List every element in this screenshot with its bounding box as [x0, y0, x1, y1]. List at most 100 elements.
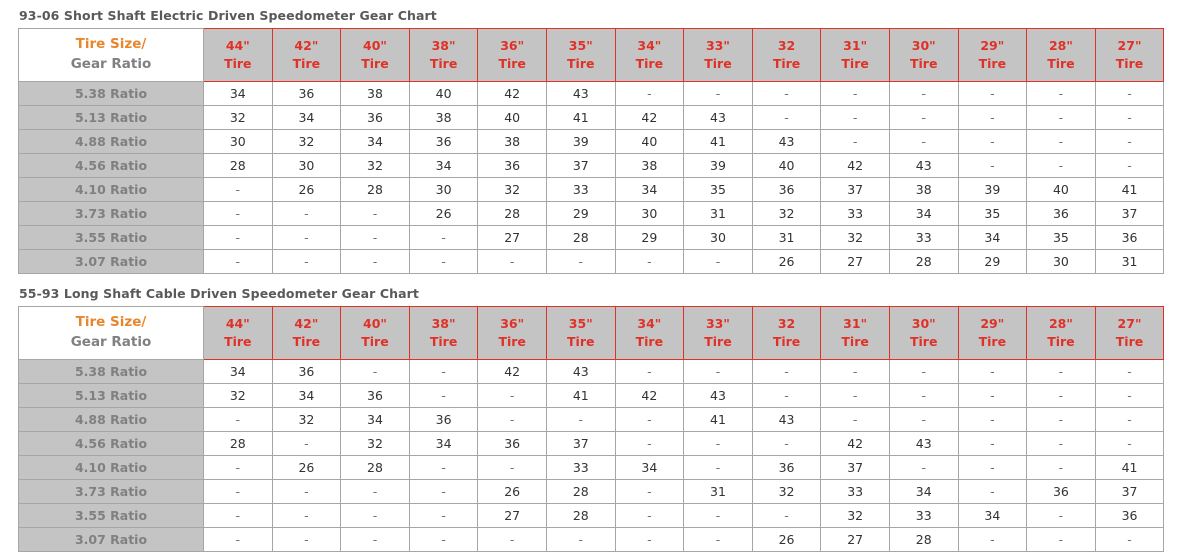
gear-value-cell: 37	[1094, 479, 1165, 504]
gear-value-cell: -	[1026, 383, 1096, 408]
gear-value-cell: 27	[477, 503, 547, 528]
gear-value-cell: 27	[477, 225, 547, 250]
gear-value-cell: -	[408, 383, 479, 408]
gear-value-cell: 29	[957, 249, 1028, 274]
gear-value-cell: -	[203, 527, 273, 552]
table-row: 4.56 Ratio 28 30 32 34 36 37 38 39 40 42 43- - -	[18, 153, 1165, 178]
gear-value-cell: 32	[203, 105, 273, 130]
table-corner-header: Tire Size/Gear Ratio	[18, 306, 204, 360]
gear-value-cell: 40	[751, 153, 822, 178]
gear-value-cell: 43	[888, 431, 959, 456]
gear-value-cell: 30	[271, 153, 342, 178]
tire-word-label: Tire	[635, 334, 664, 349]
charts-container: 93-06 Short Shaft Electric Driven Speedo…	[18, 8, 1165, 552]
row-header-gear-ratio: 4.88 Ratio	[18, 407, 204, 432]
gear-value-cell: 41	[683, 407, 753, 432]
gear-value-cell: 36	[408, 407, 479, 432]
column-header-tire-14: 27" Tire	[1094, 306, 1165, 360]
gear-value-cell: 41	[545, 383, 616, 408]
gear-value-cell: -	[957, 383, 1028, 408]
gear-value-cell: -	[751, 359, 822, 384]
gear-value-cell: 34	[957, 225, 1028, 250]
gear-value-cell: 32	[340, 431, 410, 456]
corner-header-tire-size: Tire Size/	[75, 314, 147, 331]
tire-size-label: 42"	[294, 37, 319, 53]
gear-value-cell: 33	[820, 479, 890, 504]
tire-size-label: 40"	[363, 37, 387, 53]
row-header-gear-ratio: 5.13 Ratio	[18, 105, 204, 130]
gear-chart-page: 93-06 Short Shaft Electric Driven Speedo…	[0, 0, 1183, 552]
row-header-gear-ratio: 5.38 Ratio	[18, 81, 204, 106]
gear-value-cell: -	[683, 249, 753, 274]
column-header-tire-3: 40" Tire	[340, 306, 410, 360]
chart-title: 93-06 Short Shaft Electric Driven Speedo…	[19, 8, 437, 23]
gear-value-cell: -	[957, 105, 1028, 130]
table-row: 3.07 Ratio - - - - - - - -26 27 28- - -	[18, 527, 1165, 552]
gear-value-cell: -	[957, 153, 1028, 178]
gear-value-cell: -	[614, 431, 685, 456]
gear-value-cell: 43	[888, 153, 959, 178]
gear-value-cell: 39	[683, 153, 753, 178]
gear-value-cell: -	[1094, 527, 1165, 552]
gear-value-cell: -	[477, 527, 547, 552]
gear-value-cell: 43	[751, 129, 822, 154]
table-body: 5.38 Ratio 34 36- -42 43- - - - - - - -5.13 Ratio 32…	[18, 359, 1165, 552]
gear-value-cell: -	[820, 383, 890, 408]
gear-value-cell: -	[1026, 407, 1096, 432]
tire-size-label: 38"	[431, 315, 456, 331]
tire-word-label: Tire	[772, 334, 801, 349]
gear-value-cell: 34	[408, 153, 479, 178]
gear-value-cell: -	[957, 479, 1028, 504]
gear-value-cell: -	[340, 503, 410, 528]
gear-value-cell: -	[957, 81, 1028, 106]
gear-value-cell: 28	[340, 177, 410, 202]
gear-value-cell: 29	[614, 225, 685, 250]
gear-value-cell: -	[203, 479, 273, 504]
gear-value-cell: 33	[545, 455, 616, 480]
gear-value-cell: -	[820, 407, 890, 432]
tire-word-label: Tire	[224, 56, 252, 71]
gear-value-cell: -	[203, 177, 273, 202]
table-row: 3.07 Ratio - - - - - - - -26 27 28 29 30 31	[18, 249, 1165, 274]
gear-value-cell: 37	[545, 431, 616, 456]
gear-value-cell: -	[751, 105, 822, 130]
table-row: 3.73 Ratio - - - -26 28-31 32 33 34-36 37	[18, 479, 1165, 504]
gear-value-cell: -	[203, 225, 273, 250]
gear-value-cell: 36	[751, 455, 822, 480]
gear-value-cell: 28	[203, 153, 273, 178]
gear-value-cell: 30	[408, 177, 479, 202]
table-row: 4.10 Ratio -26 28- -33 34-36 37- - -41	[18, 455, 1165, 480]
gear-value-cell: 27	[820, 249, 890, 274]
gear-value-cell: -	[888, 105, 959, 130]
gear-value-cell: -	[1094, 359, 1165, 384]
gear-value-cell: -	[614, 359, 685, 384]
column-header-tire-7: 34" Tire	[614, 306, 685, 360]
gear-value-cell: 35	[1026, 225, 1096, 250]
gear-chart-block-2: 55-93 Long Shaft Cable Driven Speedomete…	[18, 286, 1165, 552]
tire-word-label: Tire	[910, 334, 938, 349]
gear-value-cell: 36	[271, 359, 342, 384]
corner-header-tire-size: Tire Size/	[75, 36, 147, 53]
gear-value-cell: 36	[1094, 225, 1165, 250]
gear-value-cell: 31	[1094, 249, 1165, 274]
gear-value-cell: 38	[888, 177, 959, 202]
gear-value-cell: -	[683, 359, 753, 384]
gear-value-cell: -	[271, 527, 342, 552]
gear-value-cell: -	[408, 455, 479, 480]
gear-value-cell: 42	[820, 153, 890, 178]
gear-value-cell: 37	[1094, 201, 1165, 226]
gear-value-cell: 34	[271, 383, 342, 408]
tire-size-label: 27"	[1117, 37, 1142, 53]
table-head: Tire Size/Gear Ratio 44" Tire 42" Tire 40" Tir…	[18, 28, 1165, 82]
gear-chart-table: Tire Size/Gear Ratio 44" Tire 42" Tire 40" Tir…	[18, 306, 1165, 552]
row-header-gear-ratio: 3.07 Ratio	[18, 249, 204, 274]
gear-value-cell: 34	[271, 105, 342, 130]
tire-size-label: 30"	[911, 315, 936, 331]
tire-word-label: Tire	[498, 334, 526, 349]
gear-value-cell: -	[751, 431, 822, 456]
gear-value-cell: -	[545, 407, 616, 432]
gear-value-cell: -	[614, 503, 685, 528]
gear-value-cell: -	[477, 249, 547, 274]
column-header-tire-2: 42" Tire	[271, 306, 342, 360]
column-header-tire-3: 40" Tire	[340, 28, 410, 82]
